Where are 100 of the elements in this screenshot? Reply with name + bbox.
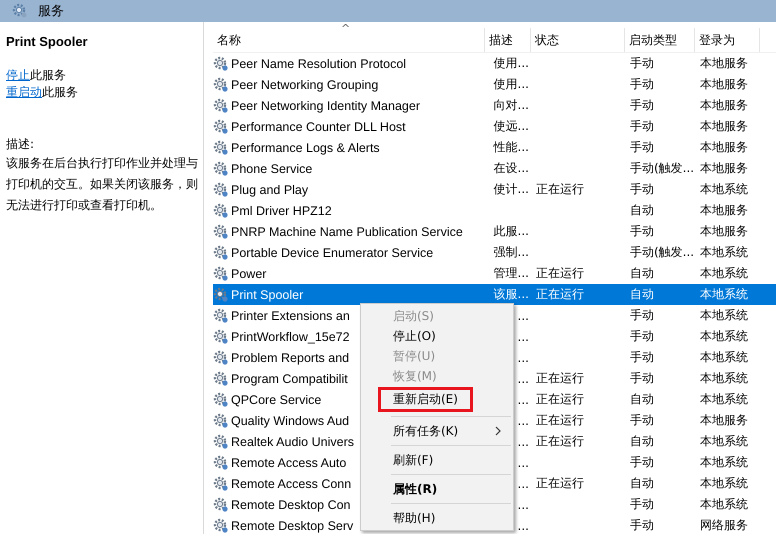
table-cell: ...: [518, 518, 529, 532]
table-cell: ...: [518, 350, 529, 364]
service-name-cell[interactable]: Power: [231, 266, 266, 280]
service-name-cell[interactable]: Performance Counter DLL Host: [231, 120, 406, 134]
table-cell: 本地服务: [700, 77, 748, 91]
column-header[interactable]: 登录为: [695, 28, 760, 52]
table-cell: 手动: [630, 98, 654, 112]
table-cell: 该服...: [494, 287, 529, 301]
table-cell: 手动: [630, 56, 654, 70]
menu-item[interactable]: 所有任务(K): [381, 421, 513, 441]
table-cell: 正在运行: [536, 266, 584, 280]
table-cell: 正在运行: [536, 392, 584, 406]
table-cell: 使远...: [494, 119, 529, 133]
action-text: 此服务: [42, 85, 78, 99]
service-name-cell[interactable]: Quality Windows Aud: [231, 414, 350, 428]
service-name-cell[interactable]: Realtek Audio Univers: [231, 434, 354, 448]
table-cell: 向对...: [494, 98, 529, 112]
column-header[interactable]: 启动类型: [625, 28, 695, 52]
table-cell: 本地系统: [700, 266, 748, 280]
table-cell: 手动: [630, 497, 654, 511]
service-name-cell[interactable]: Program Compatibilit: [231, 372, 348, 386]
table-cell: 手动: [630, 371, 654, 385]
service-name-cell[interactable]: PNRP Machine Name Publication Service: [231, 224, 463, 238]
action-link[interactable]: 停止: [6, 68, 30, 82]
table-cell: 手动: [630, 329, 654, 343]
gear-icon: [213, 76, 229, 92]
gear-icon: [213, 412, 229, 428]
table-cell: 使计...: [494, 182, 529, 196]
table-cell: 手动: [630, 308, 654, 322]
gear-icon: [213, 56, 229, 72]
table-cell: 手动(触发...: [630, 161, 694, 175]
table-cell: ...: [518, 414, 529, 428]
service-name-cell[interactable]: Peer Name Resolution Protocol: [231, 56, 406, 70]
description-text: 该服务在后台执行打印作业并处理与打印机的交互。如果关闭该服务，则无法进行打印或查看打印机。: [6, 155, 199, 214]
gear-icon: [213, 518, 229, 534]
service-name-cell[interactable]: Problem Reports and: [231, 350, 350, 364]
table-cell: 手动(触发...: [630, 245, 694, 259]
action-link[interactable]: 重启动: [6, 85, 42, 99]
table-cell: 网络服务: [700, 518, 748, 532]
service-name-cell[interactable]: Remote Desktop Serv: [231, 518, 354, 532]
service-name-cell[interactable]: Print Spooler: [231, 288, 304, 302]
service-name: Print Spooler: [6, 34, 89, 49]
window-title: 服务: [38, 3, 64, 20]
table-cell: 自动: [630, 392, 654, 406]
table-cell: 管理...: [494, 266, 529, 280]
service-name-cell[interactable]: Peer Networking Grouping: [231, 78, 378, 92]
table-cell: 本地系统: [700, 497, 748, 511]
table-cell: ...: [518, 372, 529, 386]
gear-icon: [213, 496, 229, 512]
gear-icon: [213, 266, 229, 282]
table-cell: 使用...: [494, 56, 529, 70]
service-name-cell[interactable]: Plug and Play: [231, 182, 308, 196]
menu-item[interactable]: 重新启动(E): [378, 387, 473, 412]
table-cell: 正在运行: [536, 476, 584, 490]
menu-item[interactable]: 刷新(F): [381, 450, 513, 470]
menu-item[interactable]: 属性(R): [381, 479, 513, 499]
gear-icon: [213, 328, 229, 344]
gear-icon: [213, 182, 229, 198]
service-name-cell[interactable]: Printer Extensions an: [231, 308, 350, 322]
service-name-cell[interactable]: Peer Networking Identity Manager: [231, 98, 420, 112]
service-name-cell[interactable]: PrintWorkflow_15e72: [231, 330, 350, 344]
service-name-cell[interactable]: QPCore Service: [231, 392, 322, 406]
gear-icon: [213, 434, 229, 450]
table-cell: 手动: [630, 413, 654, 427]
table-cell: ...: [518, 476, 529, 490]
table-cell: 自动: [630, 434, 654, 448]
service-name-cell[interactable]: Pml Driver HPZ12: [231, 204, 332, 218]
table-cell: 本地服务: [700, 56, 748, 70]
table-cell: 本地系统: [700, 350, 748, 364]
column-header[interactable]: 描述: [485, 28, 531, 52]
gear-icon: [213, 160, 229, 176]
gear-icon: [213, 286, 229, 302]
table-cell: ...: [518, 434, 529, 448]
column-header[interactable]: 名称: [213, 28, 485, 52]
table-cell: 本地服务: [700, 224, 748, 238]
service-name-cell[interactable]: Performance Logs & Alerts: [231, 140, 380, 154]
gear-icon: [213, 140, 229, 156]
gear-icon: [213, 118, 229, 134]
service-name-cell[interactable]: Phone Service: [231, 162, 312, 176]
table-cell: 此服...: [494, 224, 529, 238]
gear-icon: [213, 454, 229, 470]
table-cell: 本地服务: [700, 161, 748, 175]
column-header[interactable]: 状态: [531, 28, 625, 52]
table-cell: 手动: [630, 455, 654, 469]
table-cell: 本地服务: [700, 413, 748, 427]
menu-item[interactable]: 停止(O): [381, 326, 513, 346]
table-cell: 手动: [630, 224, 654, 238]
table-cell: 正在运行: [536, 182, 584, 196]
table-cell: 本地服务: [700, 119, 748, 133]
service-name-cell[interactable]: Remote Access Auto: [231, 456, 346, 470]
table-cell: 本地系统: [700, 434, 748, 448]
gear-icon: [213, 392, 229, 408]
table-cell: ...: [518, 308, 529, 322]
table-cell: 手动: [630, 119, 654, 133]
service-name-cell[interactable]: Remote Desktop Con: [231, 498, 351, 512]
gear-icon: [12, 3, 28, 19]
table-cell: 本地系统: [700, 371, 748, 385]
service-name-cell[interactable]: Remote Access Conn: [231, 476, 352, 490]
menu-item[interactable]: 帮助(H): [381, 508, 513, 528]
service-name-cell[interactable]: Portable Device Enumerator Service: [231, 246, 434, 260]
